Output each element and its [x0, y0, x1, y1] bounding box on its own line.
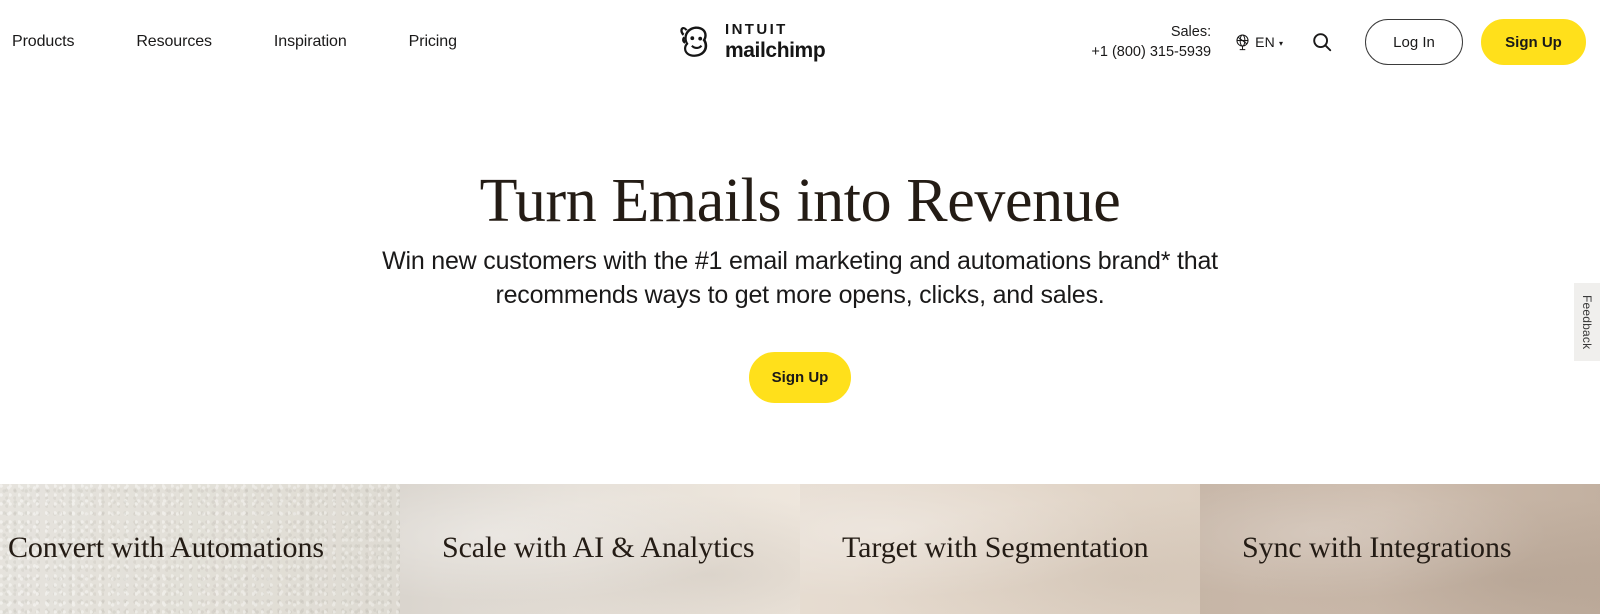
feature-card-title: Scale with AI & Analytics [442, 531, 755, 564]
page-title: Turn Emails into Revenue [479, 167, 1121, 235]
header-right-cluster: Sales: +1 (800) 315-5939 EN ▾ Log In Sig… [1091, 0, 1586, 84]
nav-item-inspiration[interactable]: Inspiration [274, 27, 347, 57]
sign-up-button-hero[interactable]: Sign Up [749, 352, 851, 403]
feature-card-title: Convert with Automations [8, 531, 324, 564]
nav-item-pricing[interactable]: Pricing [409, 27, 457, 57]
site-header: Products Resources Inspiration Pricing I… [0, 0, 1600, 84]
feature-card-title: Sync with Integrations [1242, 531, 1512, 564]
sales-phone-number[interactable]: +1 (800) 315-5939 [1091, 42, 1211, 62]
mailchimp-logo[interactable]: INTUIT mailchimp [674, 20, 826, 62]
search-button[interactable] [1309, 29, 1335, 55]
mailchimp-landing-page: Products Resources Inspiration Pricing I… [0, 0, 1600, 614]
logo-intuit-text: INTUIT [725, 20, 788, 38]
globe-icon [1236, 33, 1249, 50]
sales-label: Sales: [1170, 24, 1212, 40]
nav-item-products[interactable]: Products [12, 27, 74, 57]
chevron-down-icon: ▾ [1278, 38, 1283, 48]
language-selector[interactable]: EN ▾ [1233, 33, 1283, 52]
primary-navigation: Products Resources Inspiration Pricing [12, 0, 457, 84]
feature-card-ai-analytics[interactable]: Scale with AI & Analytics [400, 484, 800, 614]
feature-card-segmentation[interactable]: Target with Segmentation [800, 484, 1200, 614]
feature-card-automations[interactable]: Convert with Automations [0, 484, 400, 614]
feature-card-integrations[interactable]: Sync with Integrations [1200, 484, 1600, 614]
sales-phone-block[interactable]: Sales: +1 (800) 315-5939 [1091, 22, 1211, 62]
search-icon [1313, 33, 1332, 52]
hero-subtitle: Win new customers with the #1 email mark… [382, 247, 1218, 309]
feature-card-title: Target with Segmentation [842, 531, 1149, 564]
feedback-tab[interactable]: Feedback [1574, 283, 1600, 361]
language-code: EN [1255, 34, 1275, 50]
feedback-tab-label: Feedback [1580, 294, 1594, 350]
sign-up-button-header[interactable]: Sign Up [1481, 19, 1586, 65]
hero-section: Turn Emails into Revenue Win new custome… [0, 84, 1600, 484]
log-in-button[interactable]: Log In [1365, 19, 1463, 65]
logo-mailchimp-text: mailchimp [725, 38, 826, 62]
logo-wordmark: INTUIT mailchimp [725, 20, 826, 62]
nav-item-resources[interactable]: Resources [136, 27, 212, 57]
feature-card-row: Convert with Automations Scale with AI &… [0, 484, 1600, 614]
freddie-chimp-icon [680, 26, 708, 57]
